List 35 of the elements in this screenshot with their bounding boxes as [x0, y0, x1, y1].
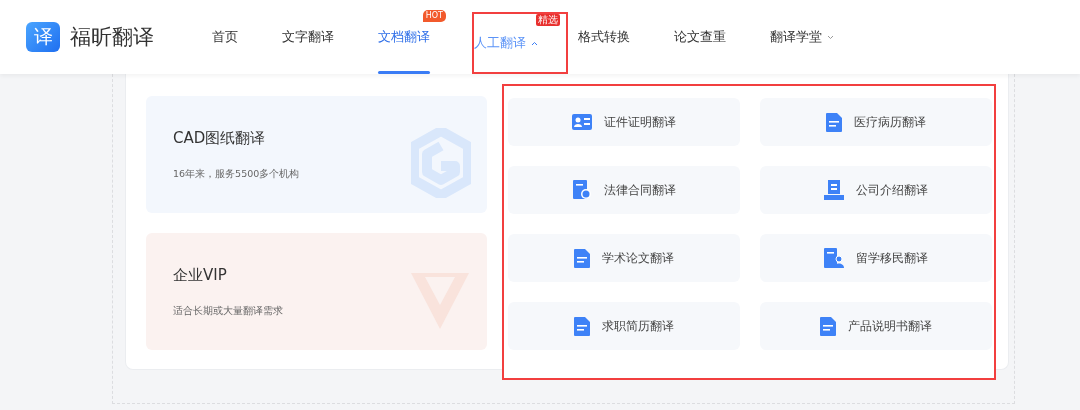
brand-name[interactable]: 福昕翻译: [70, 23, 154, 51]
menu-item[interactable]: 产品说明书翻译: [760, 302, 992, 350]
building-icon: [824, 180, 844, 200]
caret-icon: [531, 40, 538, 46]
nav-tab[interactable]: 论文查重: [674, 28, 726, 46]
document-icon: [826, 112, 842, 132]
service-card[interactable]: 企业VIP 适合长期或大量翻译需求: [146, 233, 487, 350]
nav-tab[interactable]: 格式转换: [578, 28, 630, 46]
menu-item[interactable]: 医疗病历翻译: [760, 98, 992, 146]
document-icon: [820, 316, 836, 336]
menu-item[interactable]: 公司介绍翻译: [760, 166, 992, 214]
card-subtitle: 适合长期或大量翻译需求: [173, 304, 283, 318]
nav-badge: HOT: [422, 10, 446, 22]
service-card[interactable]: CAD图纸翻译 16年来，服务5500多个机构: [146, 96, 487, 213]
nav-tab[interactable]: 文档翻译: [378, 28, 430, 46]
menu-item[interactable]: 留学移民翻译: [760, 234, 992, 282]
menu-item[interactable]: 学术论文翻译: [508, 234, 740, 282]
document-icon: [574, 316, 590, 336]
id-card-icon: [572, 114, 592, 130]
menu-item[interactable]: 证件证明翻译: [508, 98, 740, 146]
menu-item[interactable]: 法律合同翻译: [508, 166, 740, 214]
card-title: CAD图纸翻译: [173, 128, 267, 148]
card-subtitle: 16年来，服务5500多个机构: [173, 167, 300, 181]
menu-item[interactable]: 求职简历翻译: [508, 302, 740, 350]
active-underline: [378, 71, 430, 74]
card-title: 企业VIP: [173, 265, 228, 285]
document-icon: [574, 248, 590, 268]
document-person-icon: [824, 248, 844, 268]
nav-tab[interactable]: 翻译学堂: [770, 28, 834, 46]
nav-badge: 精选: [536, 14, 560, 26]
nav-tab[interactable]: 文字翻译: [282, 28, 334, 46]
document-seal-icon: [572, 180, 592, 200]
nav-tab[interactable]: 首页: [212, 28, 238, 46]
caret-icon: [827, 34, 834, 40]
hexagon-icon: [411, 127, 471, 198]
